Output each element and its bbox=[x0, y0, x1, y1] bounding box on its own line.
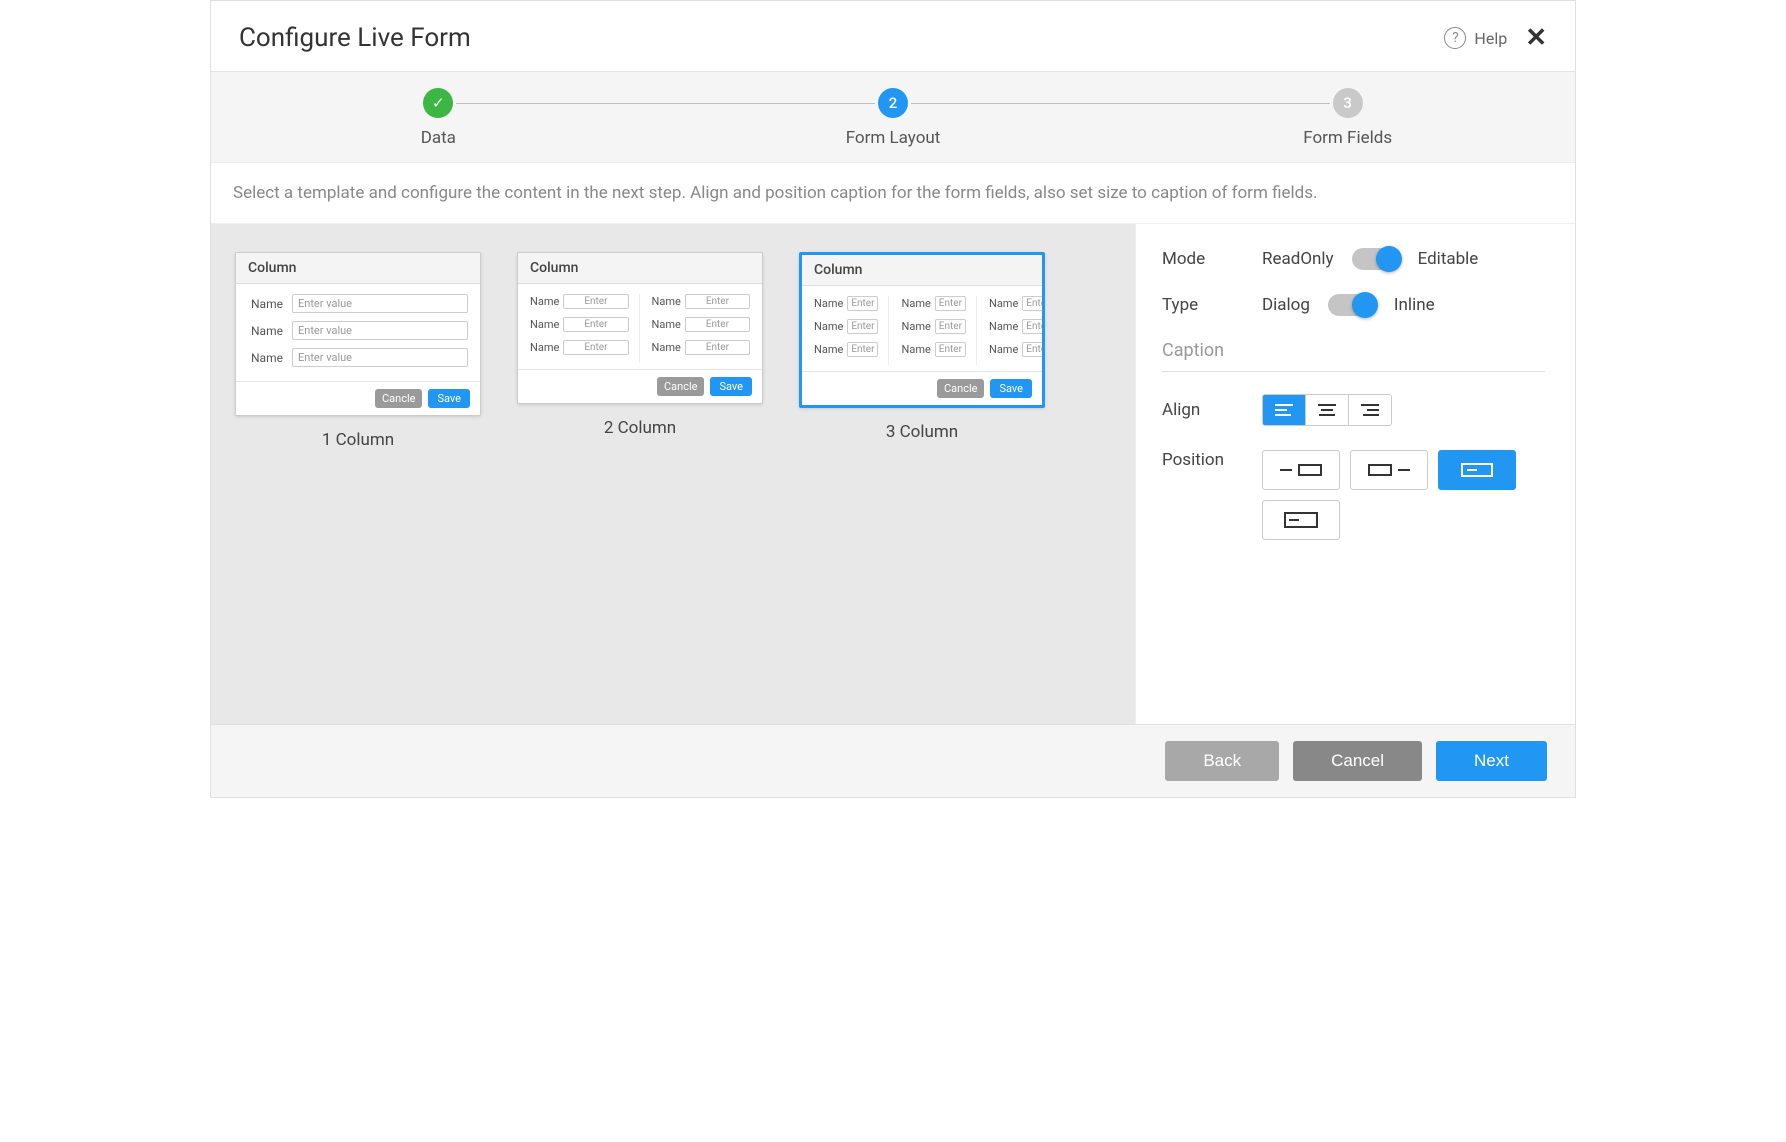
divider bbox=[1162, 371, 1545, 372]
mode-label: Mode bbox=[1162, 249, 1262, 269]
template-save-button: Save bbox=[710, 377, 752, 396]
type-label: Type bbox=[1162, 295, 1262, 315]
instruction-text: Select a template and configure the cont… bbox=[211, 163, 1575, 224]
step-label: Form Fields bbox=[1120, 128, 1575, 148]
help-icon: ? bbox=[1444, 27, 1466, 49]
template-cancel-button: Cancle bbox=[375, 389, 422, 408]
align-left-button[interactable] bbox=[1263, 395, 1306, 425]
dialog-title: Configure Live Form bbox=[239, 23, 471, 53]
step-form-layout[interactable]: 2 Form Layout bbox=[666, 88, 1121, 148]
align-center-button[interactable] bbox=[1306, 395, 1349, 425]
type-option-dialog: Dialog bbox=[1262, 295, 1310, 315]
template-2-column[interactable]: Column NameEnter NameEnter NameEnter Nam… bbox=[517, 252, 763, 438]
position-top-icon bbox=[1284, 512, 1318, 528]
position-label: Position bbox=[1162, 450, 1262, 470]
check-icon: ✓ bbox=[423, 88, 453, 118]
template-header: Column bbox=[802, 255, 1042, 286]
step-number-icon: 2 bbox=[878, 88, 908, 118]
template-label: 2 Column bbox=[517, 418, 763, 438]
type-row: Type Dialog Inline bbox=[1162, 294, 1545, 316]
config-panel: Mode ReadOnly Editable Type Dialog Inlin… bbox=[1135, 224, 1575, 724]
position-left-icon bbox=[1280, 469, 1292, 471]
configure-live-form-dialog: Configure Live Form ? Help ✕ ✓ Data 2 Fo… bbox=[210, 0, 1576, 798]
dialog-footer: Back Cancel Next bbox=[211, 724, 1575, 797]
template-cancel-button: Cancle bbox=[937, 379, 984, 398]
dialog-body: Column NameEnter value NameEnter value N… bbox=[211, 224, 1575, 724]
wizard-stepper: ✓ Data 2 Form Layout 3 Form Fields bbox=[211, 72, 1575, 163]
align-row: Align bbox=[1162, 394, 1545, 426]
position-right-button[interactable] bbox=[1350, 450, 1428, 490]
template-save-button: Save bbox=[990, 379, 1032, 398]
position-floating-button[interactable] bbox=[1438, 450, 1516, 490]
align-left-icon bbox=[1275, 403, 1293, 417]
type-toggle[interactable] bbox=[1328, 294, 1376, 316]
dialog-header: Configure Live Form ? Help ✕ bbox=[211, 1, 1575, 72]
type-option-inline: Inline bbox=[1394, 295, 1435, 315]
step-data[interactable]: ✓ Data bbox=[211, 88, 666, 148]
align-button-group bbox=[1262, 394, 1392, 426]
template-label: 3 Column bbox=[799, 422, 1045, 442]
help-button[interactable]: ? Help bbox=[1444, 27, 1507, 49]
step-number-icon: 3 bbox=[1333, 88, 1363, 118]
mode-toggle[interactable] bbox=[1352, 248, 1400, 270]
template-1-column[interactable]: Column NameEnter value NameEnter value N… bbox=[235, 252, 481, 450]
step-label: Form Layout bbox=[666, 128, 1121, 148]
position-left-button[interactable] bbox=[1262, 450, 1340, 490]
template-label: 1 Column bbox=[235, 430, 481, 450]
step-form-fields[interactable]: 3 Form Fields bbox=[1120, 88, 1575, 148]
header-actions: ? Help ✕ bbox=[1444, 25, 1547, 51]
mode-option-readonly: ReadOnly bbox=[1262, 249, 1334, 269]
step-label: Data bbox=[211, 128, 666, 148]
align-label: Align bbox=[1162, 400, 1262, 420]
position-floating-icon bbox=[1461, 463, 1493, 477]
align-right-icon bbox=[1361, 403, 1379, 417]
close-icon[interactable]: ✕ bbox=[1525, 25, 1547, 51]
template-3-column[interactable]: Column NameEnter NameEnter NameEnter Nam… bbox=[799, 252, 1045, 442]
template-header: Column bbox=[236, 253, 480, 284]
cancel-button[interactable]: Cancel bbox=[1293, 741, 1422, 781]
align-right-button[interactable] bbox=[1349, 395, 1391, 425]
template-save-button: Save bbox=[428, 389, 470, 408]
position-right-icon bbox=[1398, 469, 1410, 471]
position-row: Position bbox=[1162, 450, 1545, 540]
mode-row: Mode ReadOnly Editable bbox=[1162, 248, 1545, 270]
template-gallery: Column NameEnter value NameEnter value N… bbox=[211, 224, 1135, 724]
template-header: Column bbox=[518, 253, 762, 284]
next-button[interactable]: Next bbox=[1436, 741, 1547, 781]
align-center-icon bbox=[1318, 403, 1336, 417]
position-button-group bbox=[1262, 450, 1545, 540]
help-label: Help bbox=[1474, 29, 1507, 48]
back-button[interactable]: Back bbox=[1165, 741, 1279, 781]
template-cancel-button: Cancle bbox=[657, 377, 704, 396]
mode-option-editable: Editable bbox=[1418, 249, 1479, 269]
position-top-button[interactable] bbox=[1262, 500, 1340, 540]
caption-section-label: Caption bbox=[1162, 340, 1545, 361]
